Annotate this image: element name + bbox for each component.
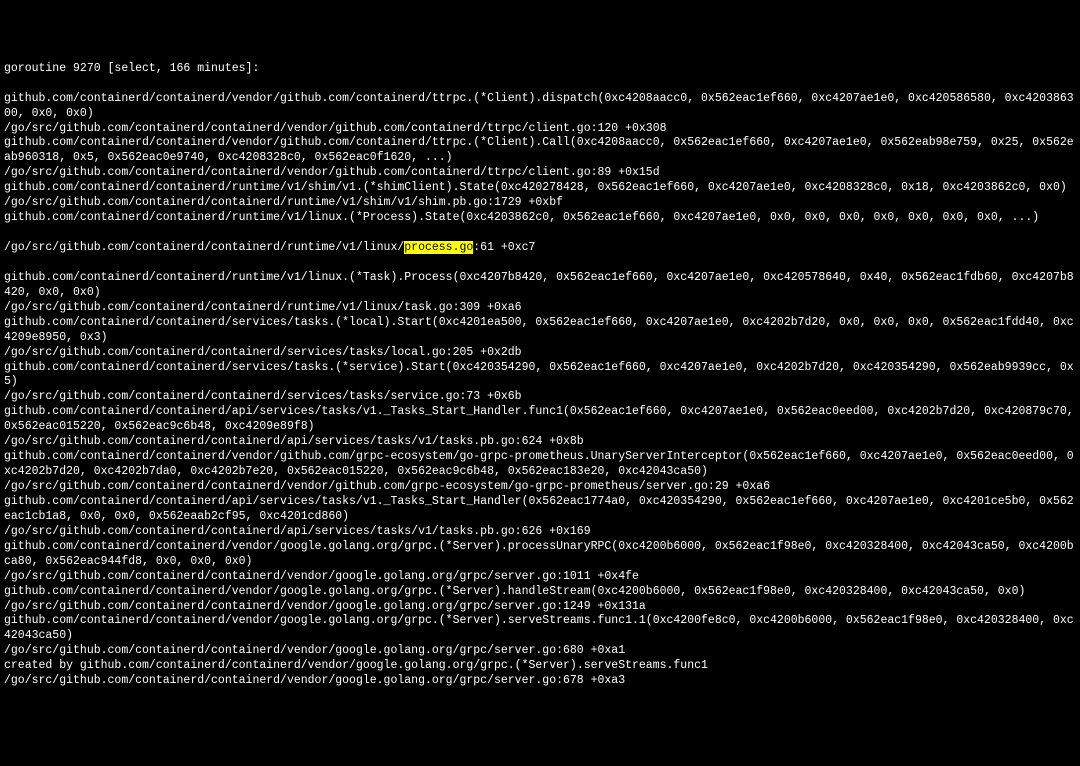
stack-trace-line: github.com/containerd/containerd/runtime…: [4, 211, 1076, 226]
stack-trace-line: created by github.com/containerd/contain…: [4, 659, 1076, 674]
stack-trace-line: github.com/containerd/containerd/vendor/…: [4, 540, 1076, 570]
stack-trace-line: /go/src/github.com/containerd/containerd…: [4, 346, 1076, 361]
stack-trace-line: github.com/containerd/containerd/api/ser…: [4, 405, 1076, 435]
search-highlight: process.go: [404, 241, 473, 254]
stack-trace-line: /go/src/github.com/containerd/containerd…: [4, 122, 1076, 137]
stack-trace-block-1: github.com/containerd/containerd/vendor/…: [4, 92, 1076, 226]
stack-trace-line: /go/src/github.com/containerd/containerd…: [4, 301, 1076, 316]
stack-trace-line: /go/src/github.com/containerd/containerd…: [4, 600, 1076, 615]
stack-trace-line: /go/src/github.com/containerd/containerd…: [4, 480, 1076, 495]
stack-trace-line: /go/src/github.com/containerd/containerd…: [4, 644, 1076, 659]
stack-trace-line: github.com/containerd/containerd/vendor/…: [4, 450, 1076, 480]
hl-prefix: /go/src/github.com/containerd/containerd…: [4, 241, 404, 254]
stack-trace-line: github.com/containerd/containerd/vendor/…: [4, 92, 1076, 122]
stack-trace-line: /go/src/github.com/containerd/containerd…: [4, 435, 1076, 450]
stack-trace-line: /go/src/github.com/containerd/containerd…: [4, 674, 1076, 689]
stack-trace-line: /go/src/github.com/containerd/containerd…: [4, 525, 1076, 540]
stack-trace-line: /go/src/github.com/containerd/containerd…: [4, 166, 1076, 181]
stack-trace-line: /go/src/github.com/containerd/containerd…: [4, 390, 1076, 405]
hl-suffix: :61 +0xc7: [473, 241, 535, 254]
stack-trace-line: github.com/containerd/containerd/vendor/…: [4, 585, 1076, 600]
stack-trace-line: github.com/containerd/containerd/runtime…: [4, 181, 1076, 196]
highlighted-line: /go/src/github.com/containerd/containerd…: [4, 241, 1076, 256]
goroutine-header: goroutine 9270 [select, 166 minutes]:: [4, 62, 1076, 77]
stack-trace-line: github.com/containerd/containerd/service…: [4, 361, 1076, 391]
stack-trace-line: github.com/containerd/containerd/vendor/…: [4, 136, 1076, 166]
stack-trace-line: github.com/containerd/containerd/runtime…: [4, 271, 1076, 301]
stack-trace-line: /go/src/github.com/containerd/containerd…: [4, 196, 1076, 211]
stack-trace-block-2: github.com/containerd/containerd/runtime…: [4, 271, 1076, 689]
stack-trace-line: github.com/containerd/containerd/api/ser…: [4, 495, 1076, 525]
stack-trace-line: github.com/containerd/containerd/vendor/…: [4, 614, 1076, 644]
stack-trace-line: github.com/containerd/containerd/service…: [4, 316, 1076, 346]
